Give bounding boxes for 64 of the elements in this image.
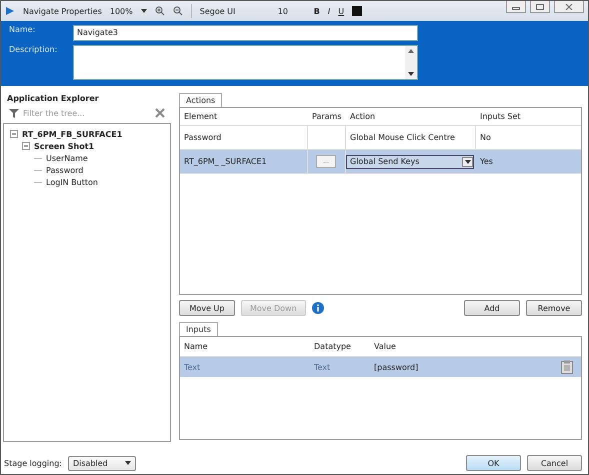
table-cell-text: Yes <box>479 156 494 168</box>
caret-icon <box>464 160 470 164</box>
action-button[interactable]: Add <box>464 300 520 316</box>
bold-button[interactable]: B <box>314 6 320 16</box>
action-button[interactable]: Move Up <box>179 300 235 316</box>
zoom-in-icon <box>154 6 165 16</box>
tree-item[interactable]: Password <box>46 166 84 174</box>
scroll-up-icon <box>408 49 414 53</box>
panel-title: Application Explorer <box>6 94 100 103</box>
font-select[interactable]: Segoe UI <box>200 6 270 16</box>
tree-item[interactable]: UserName <box>46 154 88 162</box>
info-icon[interactable] <box>312 302 324 314</box>
close-icon <box>565 4 573 10</box>
column-header: Inputs Set <box>479 111 522 123</box>
clipboard-icon[interactable] <box>561 360 573 374</box>
column-header: Name <box>183 341 209 353</box>
app-icon <box>5 6 15 16</box>
table-cell-text: [password] <box>373 362 420 374</box>
caret-icon <box>125 461 131 465</box>
description-label: Description: <box>9 45 58 56</box>
name-field[interactable]: Navigate3 <box>73 25 418 41</box>
color-swatch[interactable] <box>352 6 362 16</box>
minimize-button[interactable] <box>506 1 526 13</box>
table-cell: Password <box>180 126 308 149</box>
table-cell-text: No <box>479 132 492 144</box>
table-cell-text: Text <box>313 362 332 374</box>
close-button[interactable] <box>554 1 584 13</box>
tab[interactable]: Actions <box>179 93 222 107</box>
clear-icon <box>155 108 165 118</box>
underline-button[interactable]: U <box>338 6 344 16</box>
table-cell: Global Mouse Click Centre <box>346 126 476 149</box>
table-cell-text: Text <box>183 362 202 374</box>
tree-item[interactable]: RT_6PM_FB_SURFACE1 <box>22 130 122 138</box>
column-header: Datatype <box>313 341 352 353</box>
collapse-icon[interactable] <box>22 142 30 150</box>
table-cell: RT_6PM_ _SURFACE1 <box>180 150 308 173</box>
description-field[interactable] <box>73 45 418 80</box>
action-select[interactable]: Global Send Keys <box>346 154 474 168</box>
window-title: Navigate Properties <box>23 6 102 16</box>
collapse-icon[interactable] <box>10 130 18 138</box>
tree-item[interactable]: Screen Shot1 <box>34 142 94 150</box>
italic-button[interactable]: I <box>328 6 330 16</box>
tab[interactable]: Inputs <box>179 322 218 336</box>
maximize-button[interactable] <box>530 1 550 13</box>
dropdown-button[interactable] <box>462 156 473 166</box>
dialog-button[interactable]: Cancel <box>527 455 582 471</box>
caret-icon <box>140 9 147 13</box>
filter-icon <box>9 108 19 118</box>
action-button[interactable]: Remove <box>526 300 582 316</box>
scroll-down-icon <box>408 72 414 76</box>
zoom-select[interactable]: 100% <box>110 6 133 16</box>
zoom-out-icon <box>172 6 183 16</box>
tree-item[interactable]: LogIN Button <box>46 178 98 186</box>
font-size-select[interactable]: 10 <box>278 6 306 16</box>
table-row[interactable]: Text Text [password] <box>180 357 581 377</box>
column-header: Action <box>349 111 376 123</box>
column-header: Value <box>373 341 397 353</box>
stage-logging-label: Stage logging: <box>4 458 62 468</box>
column-header: Params <box>311 111 343 123</box>
column-header: Element <box>183 111 218 123</box>
name-label: Name: <box>9 25 36 36</box>
dialog-button[interactable]: OK <box>466 455 521 471</box>
stage-logging-select[interactable]: Disabled <box>68 456 136 470</box>
maximize-icon <box>536 4 544 10</box>
